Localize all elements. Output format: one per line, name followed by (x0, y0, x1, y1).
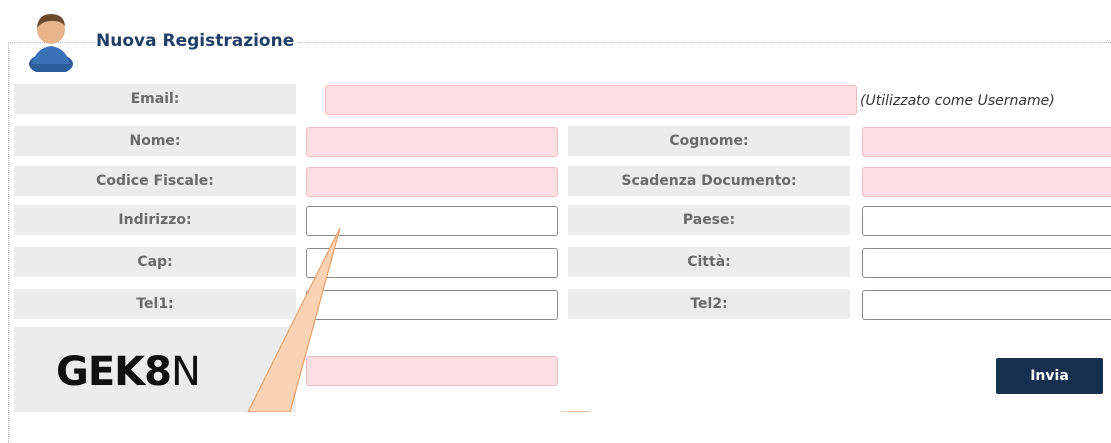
callout-annotation (247, 227, 590, 412)
